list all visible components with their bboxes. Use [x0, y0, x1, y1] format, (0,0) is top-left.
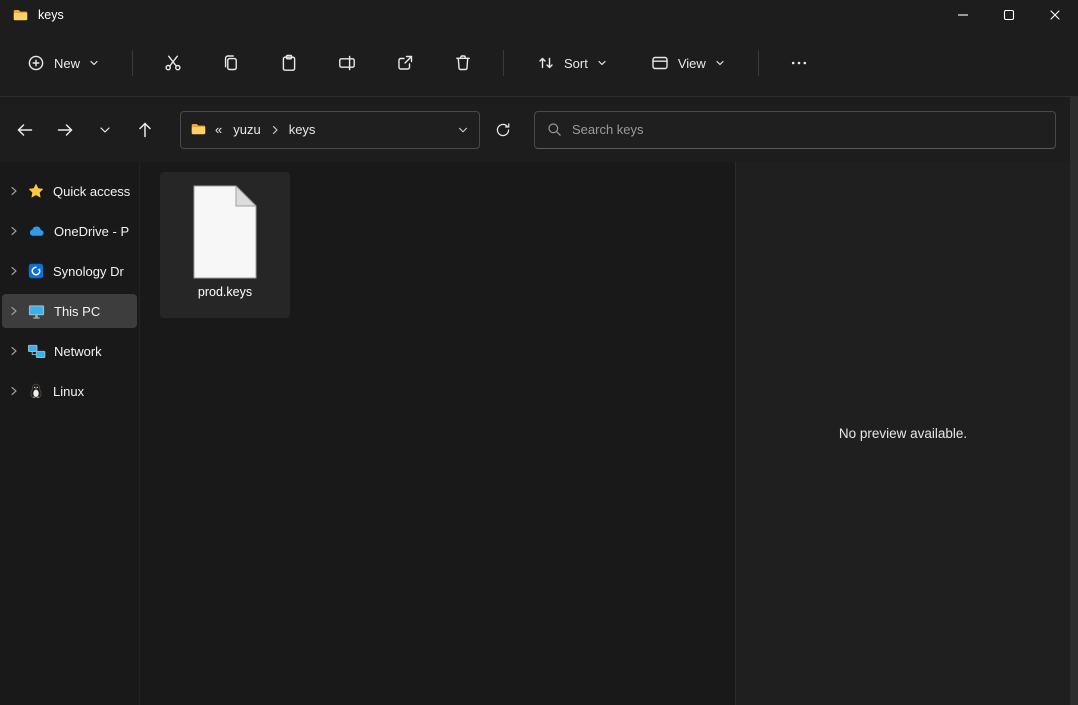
arrow-right-icon [57, 123, 73, 136]
sidebar-item-this-pc[interactable]: This PC [2, 294, 137, 328]
preview-message: No preview available. [838, 426, 968, 441]
forward-button[interactable] [48, 113, 82, 147]
refresh-icon [496, 122, 510, 136]
view-panel-icon [650, 53, 670, 73]
close-button[interactable] [1032, 0, 1078, 30]
chevron-right-icon[interactable] [9, 346, 19, 356]
command-bar: New Sort View [0, 30, 1078, 97]
delete-button[interactable] [445, 45, 481, 81]
chevron-right-icon[interactable] [9, 386, 19, 396]
chevron-right-icon[interactable] [9, 186, 19, 196]
file-name: prod.keys [197, 285, 253, 299]
title-bar: keys [0, 0, 1078, 30]
more-options-button[interactable] [781, 45, 817, 81]
share-icon [395, 53, 415, 73]
new-button[interactable]: New [16, 45, 110, 81]
sidebar-item-network[interactable]: Network [2, 334, 137, 368]
sidebar-item-onedrive[interactable]: OneDrive - P [2, 214, 137, 248]
sidebar-item-label: This PC [54, 303, 101, 319]
explorer-body: Quick access OneDrive - P Synology Dr Th… [0, 162, 1078, 705]
toolbar-separator [132, 50, 134, 76]
blank-document-icon [188, 184, 262, 280]
breadcrumb-item-keys[interactable]: keys [286, 120, 319, 139]
star-icon [27, 182, 45, 200]
sort-button-label: Sort [564, 55, 588, 71]
chevron-right-icon[interactable] [9, 306, 19, 316]
sidebar-item-label: OneDrive - P [54, 223, 130, 239]
preview-pane: No preview available. [735, 162, 1070, 705]
chevron-down-icon [88, 57, 100, 69]
sidebar-item-label: Linux [53, 383, 85, 399]
network-icon [27, 342, 46, 361]
recent-locations-button[interactable] [88, 113, 122, 147]
delete-icon [453, 53, 473, 73]
folder-icon [12, 7, 29, 24]
folder-icon [190, 121, 207, 138]
sidebar-item-synology-drive[interactable]: Synology Dr [2, 254, 137, 288]
navigation-pane: Quick access OneDrive - P Synology Dr Th… [0, 162, 140, 705]
arrow-left-icon [17, 123, 33, 136]
toolbar-separator [757, 50, 759, 76]
breadcrumb-overflow[interactable]: « [212, 120, 225, 139]
scrollbar-track[interactable] [1070, 97, 1078, 705]
minimize-button[interactable] [940, 0, 986, 30]
chevron-right-icon [269, 124, 281, 136]
rename-icon [337, 53, 357, 73]
file-item-prod-keys[interactable]: prod.keys [160, 172, 290, 318]
more-ellipsis-icon [789, 53, 809, 73]
synology-drive-icon [27, 262, 45, 280]
refresh-button[interactable] [486, 113, 520, 147]
window-controls [940, 0, 1078, 30]
sidebar-item-label: Synology Dr [53, 263, 124, 279]
view-button[interactable]: View [640, 45, 736, 81]
new-button-label: New [54, 55, 81, 71]
arrow-up-icon [139, 122, 151, 137]
rename-button[interactable] [329, 45, 365, 81]
copy-icon [221, 53, 241, 73]
chevron-down-icon [714, 57, 726, 69]
sidebar-item-linux[interactable]: Linux [2, 374, 137, 408]
chevron-right-icon[interactable] [9, 266, 19, 276]
search-icon [546, 121, 563, 138]
address-dropdown-button[interactable] [456, 123, 470, 137]
chevron-down-icon [100, 126, 110, 133]
cut-button[interactable] [155, 45, 191, 81]
copy-button[interactable] [213, 45, 249, 81]
view-button-label: View [677, 55, 706, 71]
paste-icon [279, 53, 299, 73]
sidebar-item-label: Network [54, 343, 102, 359]
sidebar-item-quick-access[interactable]: Quick access [2, 174, 137, 208]
breadcrumb-item-yuzu[interactable]: yuzu [230, 120, 263, 139]
back-button[interactable] [8, 113, 42, 147]
window-title: keys [38, 8, 64, 22]
sidebar-item-label: Quick access [53, 183, 131, 199]
chevron-down-icon [458, 127, 468, 132]
address-bar[interactable]: « yuzu keys [180, 110, 480, 149]
maximize-button[interactable] [986, 0, 1032, 30]
monitor-icon [27, 302, 46, 321]
navigation-bar: « yuzu keys [0, 97, 1078, 162]
cut-icon [163, 53, 183, 73]
chevron-right-icon[interactable] [9, 226, 19, 236]
search-input[interactable] [572, 122, 1044, 137]
chevron-down-icon [596, 57, 608, 69]
plus-circle-icon [26, 53, 46, 73]
paste-button[interactable] [271, 45, 307, 81]
file-list-area[interactable]: prod.keys [141, 162, 735, 705]
toolbar-separator [503, 50, 505, 76]
file-explorer-window: keys New Sort View « yuzu keys Search ke… [0, 0, 1078, 705]
share-button[interactable] [387, 45, 423, 81]
sort-button[interactable]: Sort [526, 45, 618, 81]
up-button[interactable] [128, 113, 162, 147]
penguin-icon [27, 382, 45, 400]
search-box [534, 110, 1056, 149]
sort-arrows-icon [536, 53, 556, 73]
cloud-icon [27, 222, 46, 241]
